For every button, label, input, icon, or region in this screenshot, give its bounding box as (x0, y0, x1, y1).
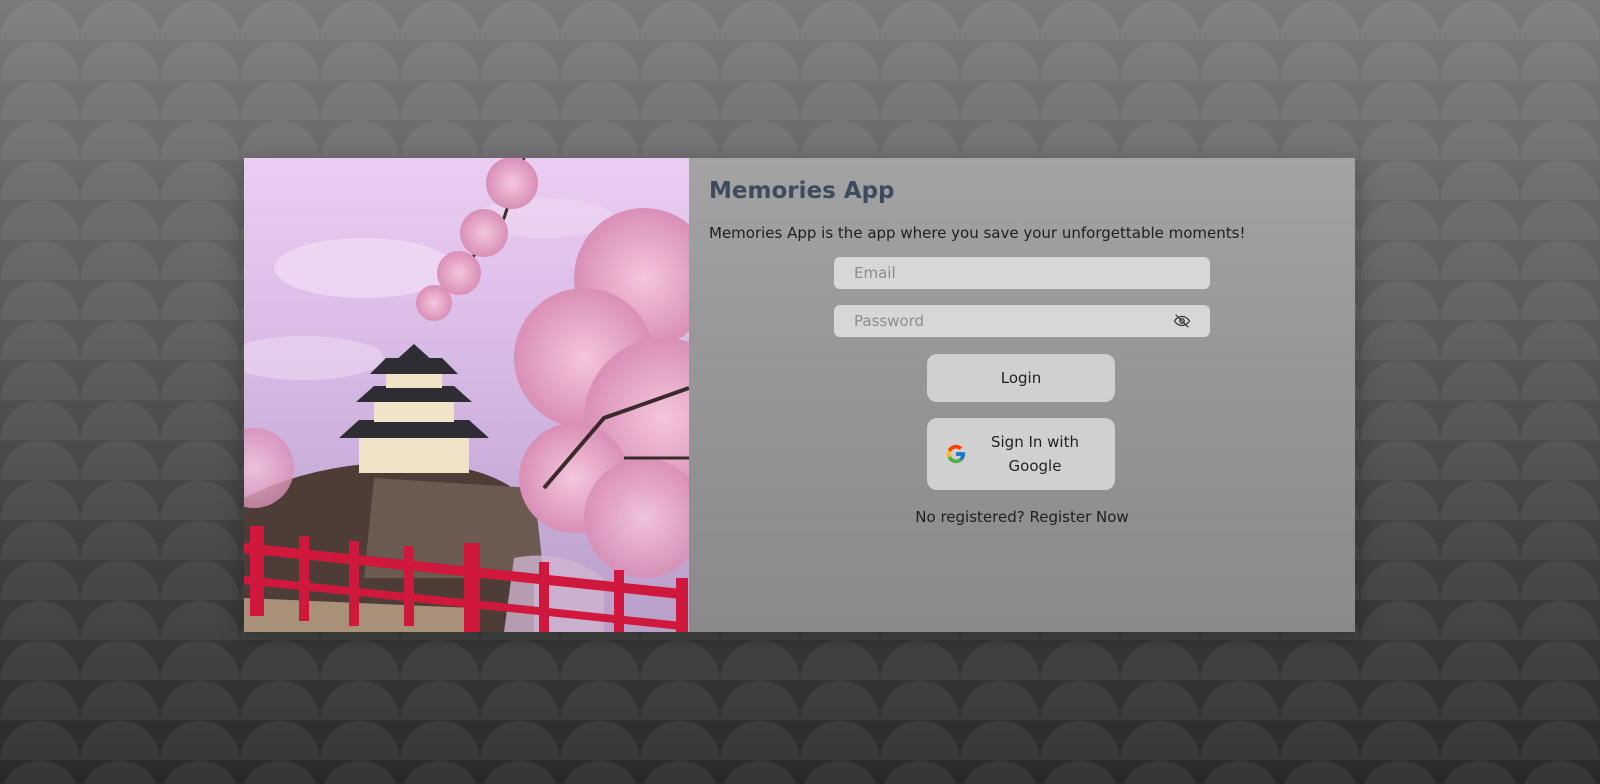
login-panel: Memories App Memories App is the app whe… (689, 158, 1355, 632)
hero-image (244, 158, 689, 632)
app-title: Memories App (709, 178, 895, 204)
app-tagline: Memories App is the app where you save y… (709, 224, 1246, 242)
castle-cherry-blossom-illustration (244, 158, 689, 632)
email-field-wrapper (834, 257, 1210, 289)
password-input[interactable] (834, 305, 1210, 337)
eye-slash-icon[interactable] (1172, 312, 1192, 330)
login-card: Memories App Memories App is the app whe… (244, 158, 1355, 632)
register-link[interactable]: Register Now (1029, 508, 1128, 526)
email-input[interactable] (834, 257, 1210, 289)
google-sign-in-button[interactable]: Sign In with Google (927, 418, 1115, 490)
register-prompt: No registered? Register Now (689, 508, 1355, 526)
password-field-wrapper (834, 305, 1210, 337)
google-sign-in-label: Sign In with Google (990, 433, 1079, 475)
google-g-icon (945, 443, 967, 465)
register-question: No registered? (915, 508, 1025, 526)
login-button[interactable]: Login (927, 354, 1115, 402)
